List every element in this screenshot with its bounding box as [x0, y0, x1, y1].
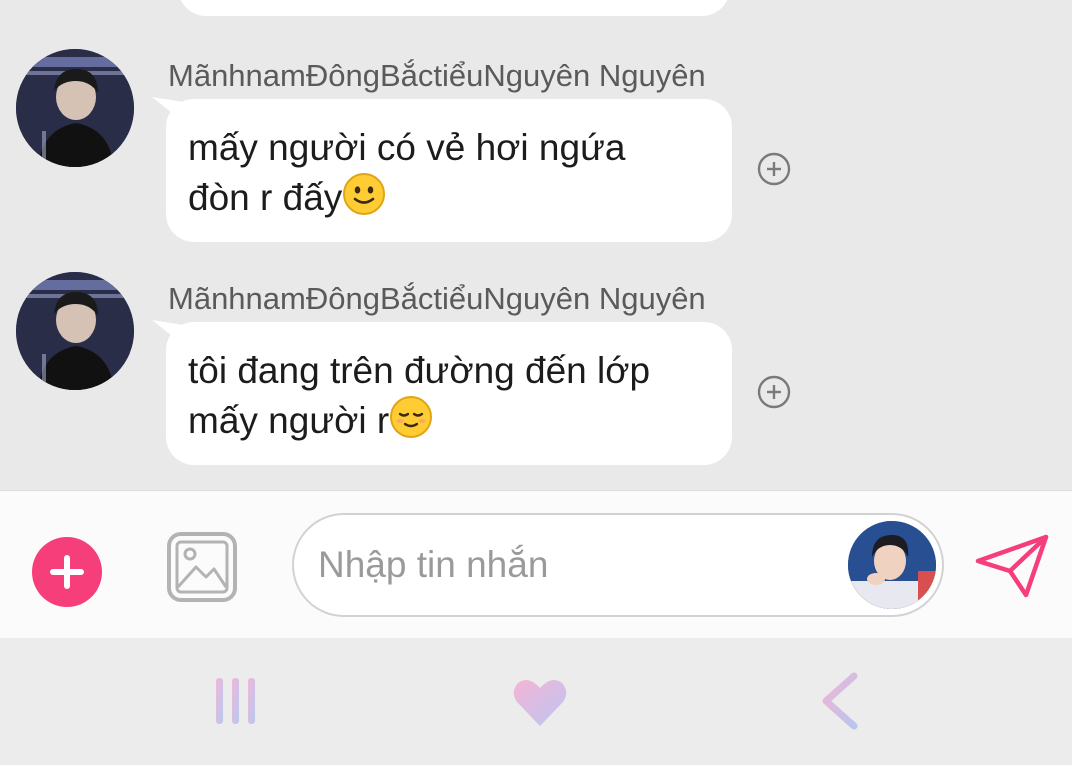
add-reaction-icon[interactable] [757, 152, 791, 186]
message-text-line: mấy người r [188, 395, 710, 451]
slightly-smiling-face-icon [342, 172, 386, 228]
image-gallery-icon[interactable] [166, 531, 238, 603]
add-attachment-button[interactable] [32, 537, 102, 607]
message-row: MãnhnamĐôngBắctiểuNguyên Nguyên mấy ngườ… [0, 49, 1072, 269]
relieved-face-icon [389, 395, 433, 451]
message-input[interactable] [318, 537, 818, 593]
sender-avatar[interactable] [16, 49, 134, 167]
message-row: MãnhnamĐôngBắctiểuNguyên Nguyên tôi đang… [0, 272, 1072, 490]
system-navigation-bar [0, 638, 1072, 765]
message-text-line: mấy người có vẻ hơi ngứa [188, 127, 626, 168]
message-text-line: tôi đang trên đường đến lớp [188, 350, 651, 391]
message-bubble[interactable]: tôi đang trên đường đến lớp mấy người r [166, 322, 732, 465]
recent-apps-icon[interactable] [212, 676, 260, 726]
sticker-avatar-button[interactable] [848, 521, 936, 609]
sender-avatar[interactable] [16, 272, 134, 390]
message-composer [0, 490, 1072, 638]
message-text-line: đòn r đấy [188, 172, 710, 228]
message-bubble[interactable]: mấy người có vẻ hơi ngứa đòn r đấy [166, 99, 732, 242]
sender-name: MãnhnamĐôngBắctiểuNguyên Nguyên [168, 281, 706, 316]
add-reaction-icon[interactable] [757, 375, 791, 409]
sender-name: MãnhnamĐôngBắctiểuNguyên Nguyên [168, 58, 706, 93]
chat-area[interactable]: MãnhnamĐôngBắctiểuNguyên Nguyên mấy ngườ… [0, 0, 1072, 490]
home-heart-icon[interactable] [512, 676, 568, 728]
back-icon[interactable] [818, 672, 862, 730]
message-input-container[interactable] [292, 513, 944, 617]
send-icon[interactable] [974, 533, 1050, 599]
message-bubble-partial[interactable] [178, 0, 730, 16]
